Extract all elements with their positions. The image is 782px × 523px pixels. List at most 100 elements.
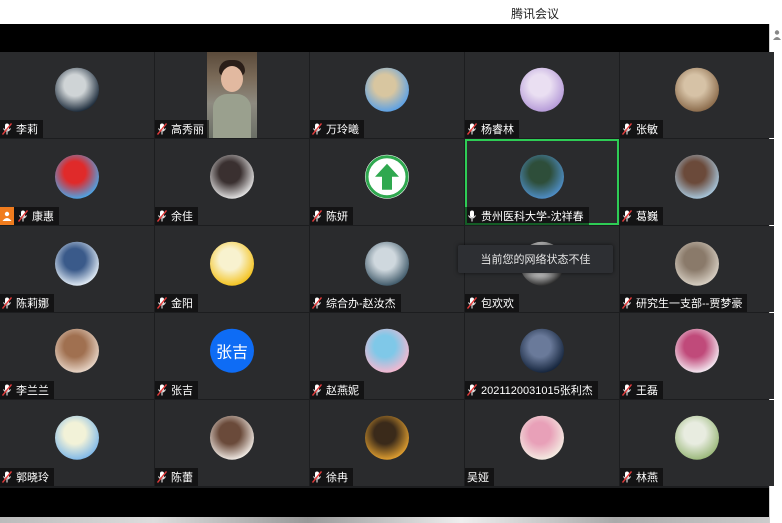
participant-tile[interactable]: 余佳 [155, 139, 309, 225]
mic-muted-icon[interactable] [312, 123, 322, 135]
participant-tile[interactable]: 林燕 [620, 400, 774, 486]
participant-name: 徐冉 [326, 472, 348, 484]
participant-name: 杨睿林 [481, 124, 514, 136]
participant-tile[interactable]: 郭晓玲 [0, 400, 154, 486]
participant-tile[interactable]: 张敏 [620, 52, 774, 138]
participant-name-bar: 高秀丽 [155, 120, 209, 138]
network-warning-tooltip: 当前您的网络状态不佳 [458, 245, 613, 273]
participant-tile[interactable]: 综合办-赵汝杰 [310, 226, 464, 312]
participant-name: 贵州医科大学-沈祥春 [481, 211, 584, 223]
participant-tile[interactable]: 金阳 [155, 226, 309, 312]
participant-name-bar: 研究生一支部--贾梦豪 [620, 294, 748, 312]
avatar [675, 154, 719, 199]
participant-name-bar: 杨睿林 [465, 120, 519, 138]
mic-muted-icon[interactable] [622, 123, 632, 135]
mic-muted-icon[interactable] [312, 297, 322, 309]
mic-muted-icon[interactable] [157, 471, 167, 483]
participant-tile[interactable]: 杨睿林 [465, 52, 619, 138]
participant-tile[interactable]: 康惠 [0, 139, 154, 225]
mic-muted-icon[interactable] [157, 123, 167, 135]
avatar [365, 328, 409, 373]
avatar [520, 67, 564, 112]
participant-name: 康惠 [32, 211, 54, 223]
avatar [210, 154, 254, 199]
participant-name-bar: 陈妍 [310, 207, 353, 225]
window-title: 腾讯会议 [510, 7, 559, 21]
mic-muted-icon[interactable] [622, 210, 632, 222]
mic-muted-icon[interactable] [622, 384, 632, 396]
mic-muted-icon[interactable] [467, 384, 477, 396]
participant-name-bar: 葛巍 [620, 207, 663, 225]
participant-tile[interactable]: 李莉 [0, 52, 154, 138]
mic-muted-icon[interactable] [622, 297, 632, 309]
participant-name: 王磊 [636, 385, 658, 397]
participant-tile[interactable]: 陈妍 [310, 139, 464, 225]
avatar [520, 328, 564, 373]
participant-name: 高秀丽 [171, 124, 204, 136]
participant-name: 吴娅 [467, 472, 489, 484]
participant-name: 葛巍 [636, 211, 658, 223]
avatar: 张吉 [210, 328, 254, 373]
participant-tile[interactable]: 贵州医科大学-沈祥春 [465, 139, 619, 225]
participant-tile[interactable]: 陈蕾 [155, 400, 309, 486]
mic-muted-icon[interactable] [157, 297, 167, 309]
participant-name-bar: 金阳 [155, 294, 198, 312]
participant-tile[interactable]: 王磊 [620, 313, 774, 399]
avatar [675, 241, 719, 286]
mic-icon[interactable] [467, 210, 477, 222]
participant-name: 林燕 [636, 472, 658, 484]
participant-tile[interactable]: 高秀丽 [155, 52, 309, 138]
avatar [675, 328, 719, 373]
up-arrow-icon [365, 155, 409, 199]
participant-name-bar: 郭晓玲 [0, 468, 54, 486]
avatar [55, 415, 99, 460]
avatar [55, 241, 99, 286]
person-icon[interactable] [773, 30, 781, 40]
avatar [365, 415, 409, 460]
title-bar: 腾讯会议 [0, 0, 782, 24]
participant-name: 张吉 [171, 385, 193, 397]
participant-name: 2021120031015张利杰 [481, 385, 593, 397]
mic-muted-icon[interactable] [312, 384, 322, 396]
mic-muted-icon[interactable] [2, 471, 12, 483]
mic-muted-icon[interactable] [2, 123, 12, 135]
mic-muted-icon[interactable] [467, 123, 477, 135]
mic-muted-icon[interactable] [2, 384, 12, 396]
taskbar-strip [0, 517, 769, 523]
participant-tile[interactable]: 陈莉娜 [0, 226, 154, 312]
participant-tile[interactable]: 张吉 张吉 [155, 313, 309, 399]
participant-tile[interactable]: 万玲曦 [310, 52, 464, 138]
participant-name: 陈妍 [326, 211, 348, 223]
participant-name-bar: 林燕 [620, 468, 663, 486]
mic-muted-icon[interactable] [622, 471, 632, 483]
mic-muted-icon[interactable] [2, 297, 12, 309]
mic-muted-icon[interactable] [467, 297, 477, 309]
avatar [520, 415, 564, 460]
mic-muted-icon[interactable] [157, 210, 167, 222]
participant-tile[interactable]: 李兰兰 [0, 313, 154, 399]
avatar [55, 154, 99, 199]
participant-name: 郭晓玲 [16, 472, 49, 484]
mic-muted-icon[interactable] [18, 210, 28, 222]
participant-name: 金阳 [171, 298, 193, 310]
participant-tile[interactable]: 葛巍 [620, 139, 774, 225]
mic-muted-icon[interactable] [157, 384, 167, 396]
mic-muted-icon[interactable] [312, 471, 322, 483]
participant-name-bar: 王磊 [620, 381, 663, 399]
participant-name-bar: 张敏 [620, 120, 663, 138]
participant-tile[interactable]: 研究生一支部--贾梦豪 [620, 226, 774, 312]
avatar [55, 67, 99, 112]
participant-name: 陈莉娜 [16, 298, 49, 310]
participant-tile[interactable]: 赵燕妮 [310, 313, 464, 399]
avatar [210, 415, 254, 460]
participant-name-bar: 综合办-赵汝杰 [310, 294, 401, 312]
avatar [675, 67, 719, 112]
participant-tile[interactable]: 2021120031015张利杰 [465, 313, 619, 399]
participant-tile[interactable]: 吴娅 [465, 400, 619, 486]
participant-name: 李莉 [16, 124, 38, 136]
participant-tile[interactable]: 徐冉 [310, 400, 464, 486]
participant-name: 余佳 [171, 211, 193, 223]
mic-muted-icon[interactable] [312, 210, 322, 222]
avatar [55, 328, 99, 373]
participant-name: 张敏 [636, 124, 658, 136]
